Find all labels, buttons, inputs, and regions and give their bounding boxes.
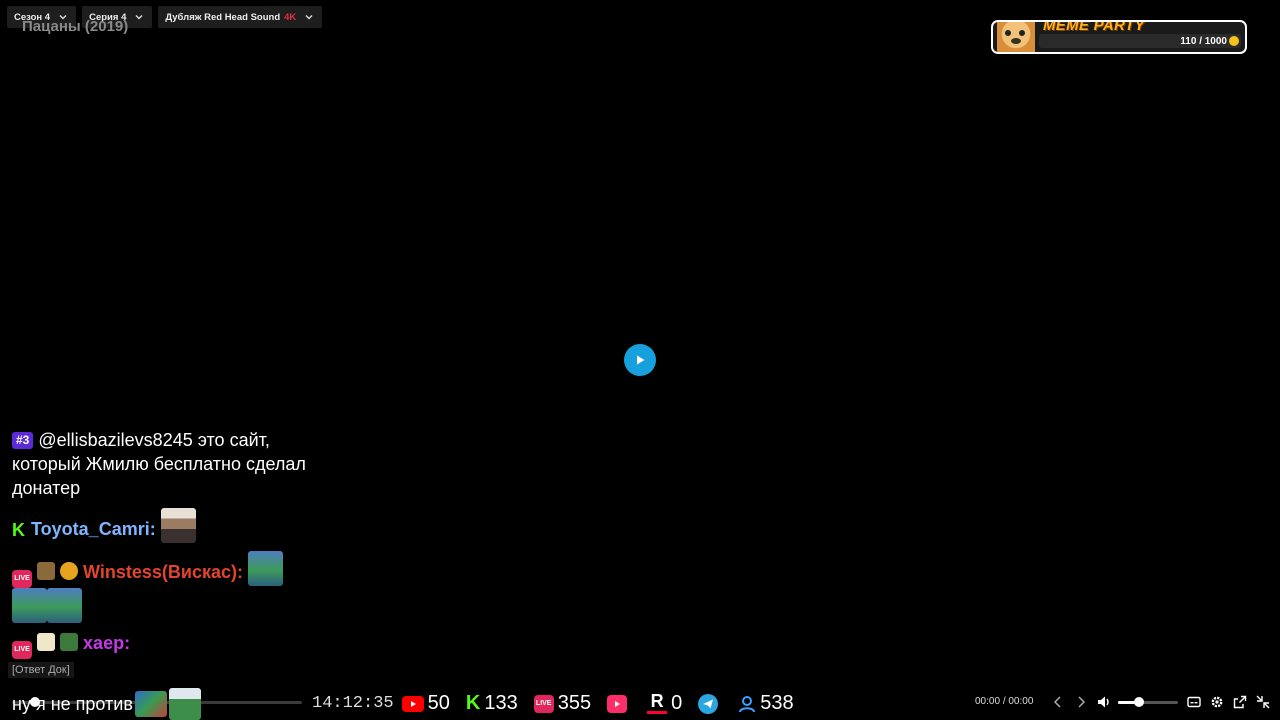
telegram-stat (698, 693, 722, 714)
rutube-icon: R (647, 692, 668, 714)
kick-viewers: 133 (484, 692, 518, 714)
chat-last-message: ну я не против (12, 688, 201, 720)
youtube-icon (401, 695, 424, 712)
kick-icon: K (465, 692, 481, 714)
volume-slider[interactable] (1118, 697, 1178, 707)
youtube-stat: 50 (401, 692, 450, 715)
pepe-emote (47, 588, 82, 623)
exit-fullscreen-icon[interactable] (1255, 694, 1271, 710)
viewers-stat: 538 (738, 692, 794, 715)
total-viewers: 538 (760, 692, 794, 714)
rank-badge: #3 (12, 432, 34, 449)
chat-message: #3 @ellisbazilevs8245 это сайт, который … (12, 428, 312, 500)
rutube-stat: R 0 (647, 692, 682, 715)
user-icon (739, 695, 756, 712)
chat-cutoff-line (12, 414, 312, 428)
kick-icon: K (12, 520, 25, 540)
time-display: 00:00 / 00:00 (975, 696, 1033, 707)
time-separator: / (1002, 696, 1006, 707)
youtube-viewers: 50 (427, 692, 450, 714)
doge-icon (997, 22, 1035, 52)
meme-party-count: 110 / 1000 (1180, 36, 1227, 47)
stream-clock: 14:12:35 (312, 694, 394, 713)
play-icon (607, 694, 628, 713)
emote-sticker (160, 508, 196, 543)
chat-username: хаер: (83, 633, 131, 653)
gear-icon[interactable] (1209, 694, 1225, 710)
play-icon (637, 355, 645, 365)
popout-icon[interactable] (1232, 694, 1248, 710)
pepe-emote (248, 551, 284, 586)
pepe-emote (134, 691, 167, 717)
volume-handle[interactable] (1134, 697, 1144, 707)
frog-emoji-icon (60, 633, 79, 651)
volume-icon[interactable] (1096, 694, 1112, 710)
vkvideo-stat (607, 694, 631, 713)
message-text: ну я не против (12, 693, 133, 714)
paper-plane-icon (698, 693, 719, 714)
stream-stats-bar: 14:12:35 50 K 133 LIVE 355 R 0 538 (312, 692, 810, 715)
beer-emoji-icon (37, 562, 56, 580)
vklive-viewers: 355 (557, 692, 592, 714)
previous-chevron-icon[interactable] (1050, 694, 1066, 710)
chat-username: Toyota_Camri: (31, 519, 156, 539)
meme-party-title: MEME PARTY (1043, 20, 1145, 34)
pepe-emote (12, 588, 47, 623)
beer-emoji-icon (37, 633, 56, 651)
message-text: @ellisbazilevs8245 это сайт, который Жми… (12, 430, 306, 498)
dub-label: Дубляж Red Head Sound 4K (165, 11, 297, 23)
current-time: 00:00 (975, 696, 1001, 707)
dub-dropdown[interactable]: Дубляж Red Head Sound 4K (158, 6, 323, 28)
rutube-viewers: 0 (671, 692, 683, 714)
live-icon: LIVE (12, 570, 32, 588)
chat-username: Winstess(Вискас): (83, 562, 243, 582)
live-icon: LIVE (12, 641, 32, 659)
chevron-down-icon (135, 15, 143, 20)
play-button[interactable] (624, 344, 656, 376)
live-icon: LIVE (533, 694, 554, 713)
next-chevron-icon[interactable] (1073, 694, 1089, 710)
chat-message: LIVE хаер: (12, 631, 312, 659)
coin-icon (1229, 36, 1239, 46)
quality-badge: 4K (284, 11, 297, 23)
chat-overlay: #3 @ellisbazilevs8245 это сайт, который … (12, 414, 312, 696)
duration: 00:00 (1008, 696, 1034, 707)
pepe-emote (168, 688, 201, 720)
kick-stat: K 133 (466, 692, 518, 715)
chat-message: LIVE Winstess(Вискас): (12, 551, 312, 623)
meme-party-widget: MEME PARTY 110 / 1000 (991, 20, 1247, 54)
movie-title: Пацаны (2019) (22, 18, 129, 35)
chevron-down-icon (305, 15, 313, 20)
chat-message: K Toyota_Camri: (12, 508, 312, 543)
chicken-emoji-icon (60, 562, 79, 580)
vklive-stat: LIVE 355 (533, 692, 592, 715)
subtitles-icon[interactable] (1186, 694, 1202, 710)
reply-tag: [Ответ Док] (8, 662, 74, 678)
